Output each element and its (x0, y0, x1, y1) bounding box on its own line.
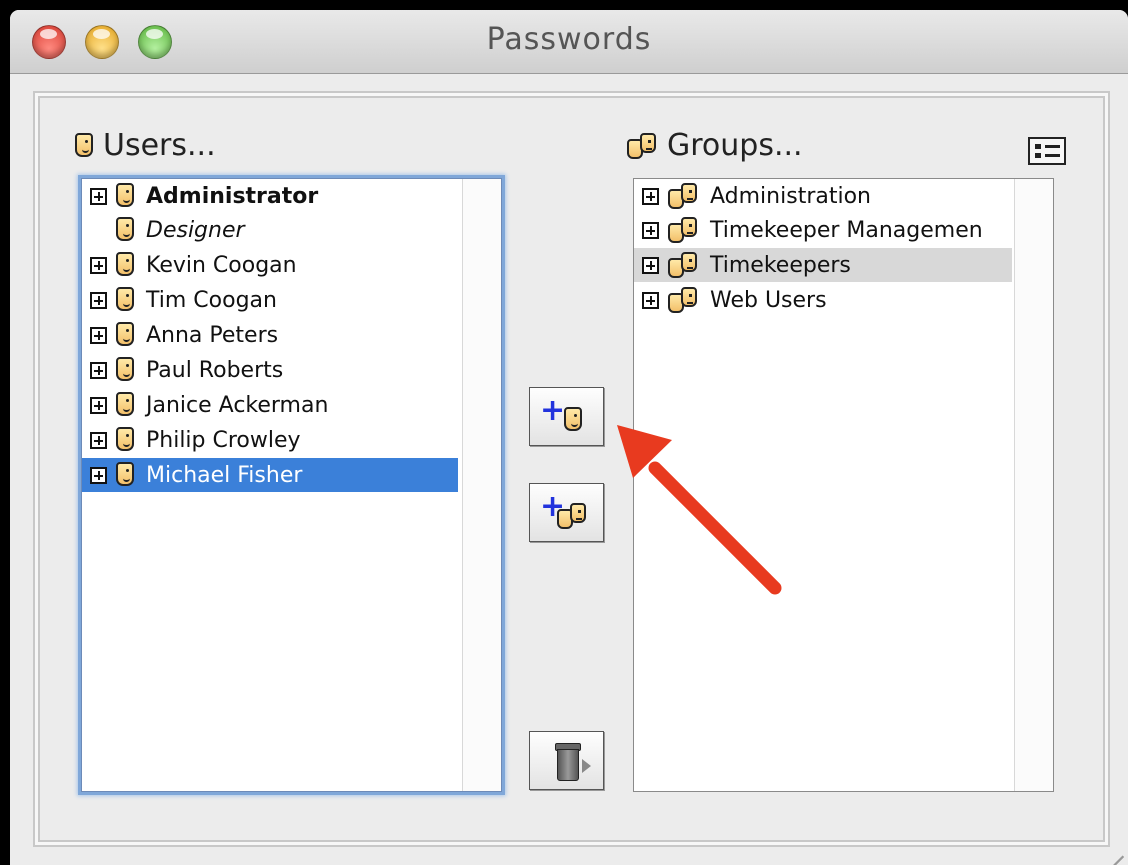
annotation-arrow (617, 425, 782, 595)
